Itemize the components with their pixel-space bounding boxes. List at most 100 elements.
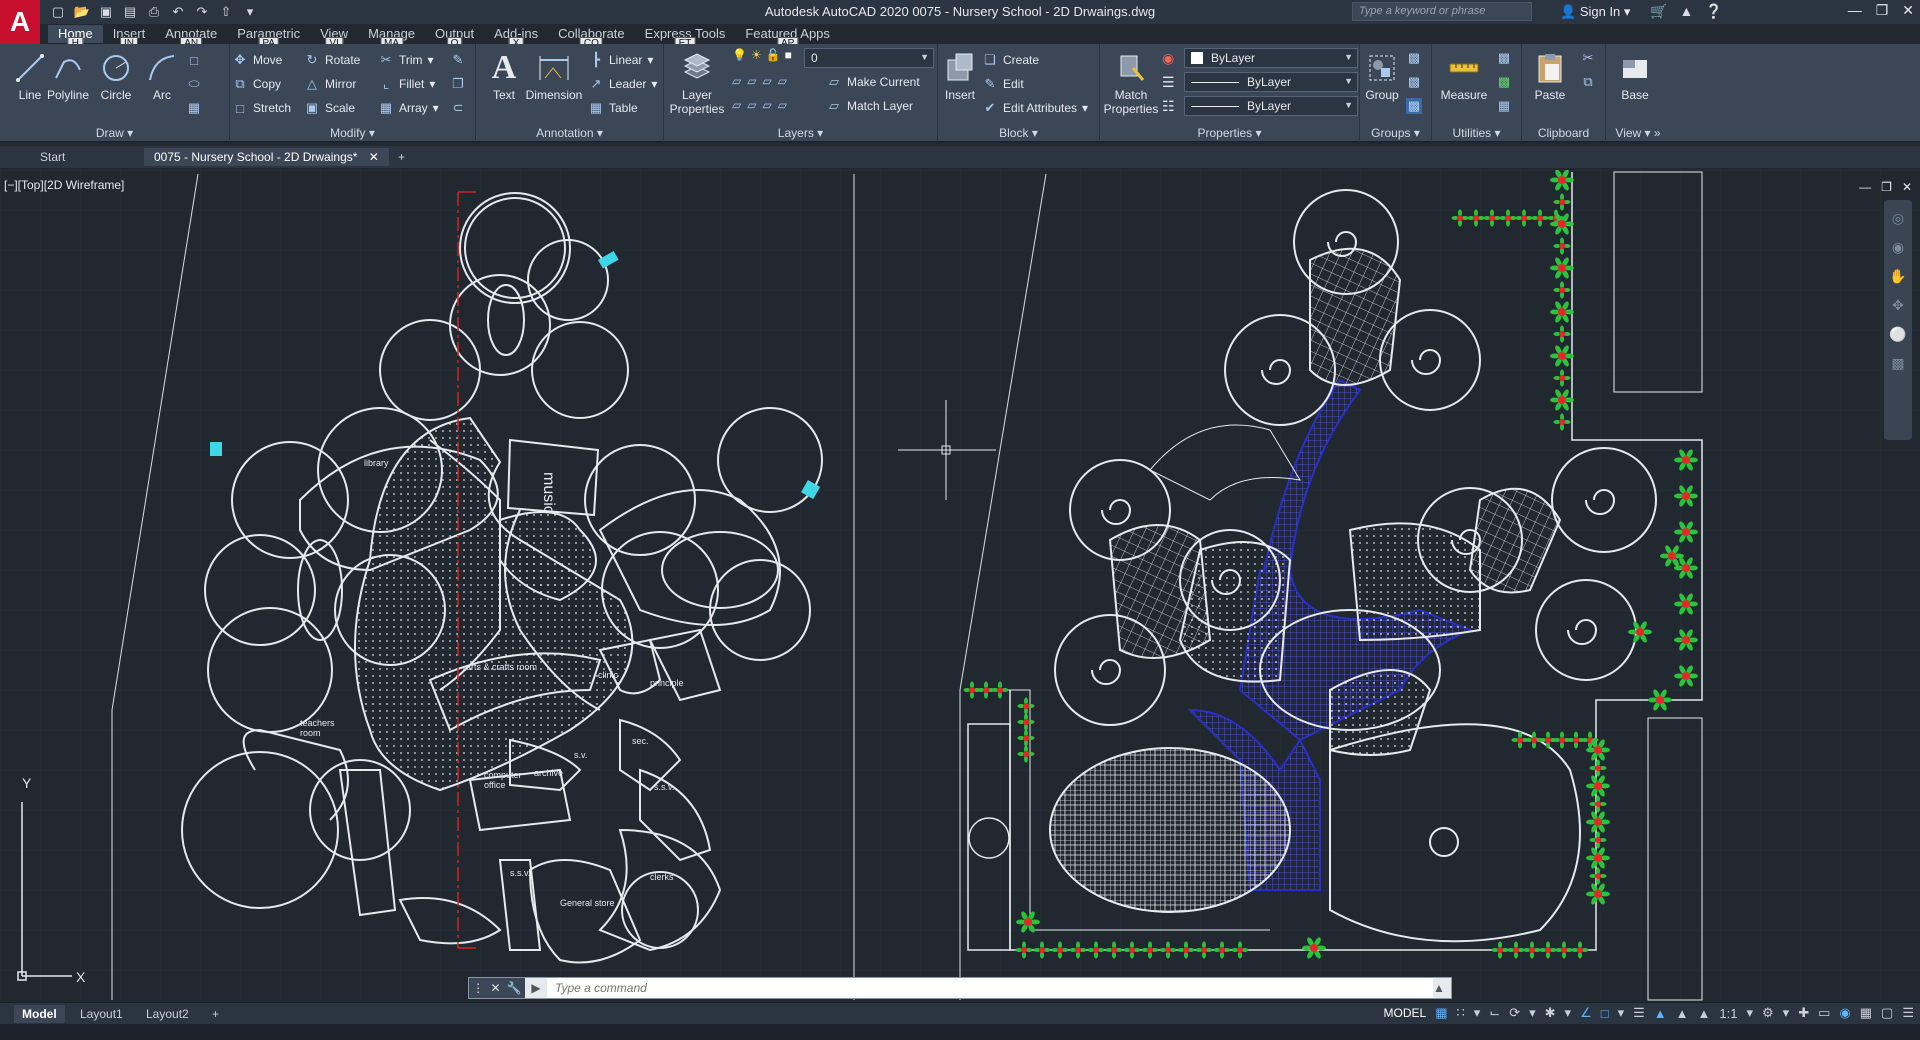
sign-in-button[interactable]: 👤 Sign In ▾ [1560, 4, 1630, 20]
tab-express-tools[interactable]: Express ToolsET [635, 25, 736, 50]
edit-block-button[interactable]: ✎ Edit [982, 74, 1024, 94]
hatch-tool[interactable]: ▦ [186, 98, 202, 118]
share-icon[interactable]: ⇧ [216, 3, 236, 21]
tab-view[interactable]: ViewVI [310, 25, 358, 50]
stretch-button[interactable]: □ Stretch [232, 98, 291, 118]
chevron-down-icon[interactable]: ▾ [1783, 1005, 1790, 1021]
layer-on-icon[interactable]: 💡 [732, 48, 747, 62]
viewport-controls-label[interactable]: [−][Top][2D Wireframe] [4, 178, 124, 192]
linetype-dropdown[interactable]: ByLayer ▼ [1184, 72, 1358, 92]
close-viewport-icon[interactable]: ✕ [1902, 180, 1912, 194]
arc-button[interactable]: Arc [134, 48, 190, 102]
chevron-down-icon[interactable]: ▾ [1618, 1005, 1625, 1021]
insert-button[interactable]: Insert [938, 48, 982, 102]
move-button[interactable]: ✥ Move [232, 50, 283, 70]
base-button[interactable]: Base [1610, 48, 1660, 102]
tab-annotate[interactable]: AnnotateAN [155, 25, 227, 50]
tab-manage[interactable]: ManageMA [358, 25, 425, 50]
color-dropdown[interactable]: ByLayer ▼ [1184, 48, 1358, 68]
layer-walk-icon[interactable]: ▱ [732, 98, 741, 112]
layer-dropdown[interactable]: 0 ▼ [804, 48, 934, 68]
application-menu-button[interactable]: A [0, 0, 40, 44]
group-button[interactable]: Group [1360, 48, 1404, 102]
new-layout-button[interactable]: + [204, 1005, 227, 1023]
tab-add-ins[interactable]: Add-insX [484, 25, 548, 50]
mirror-button[interactable]: △ Mirror [304, 74, 356, 94]
annotation-panel-title[interactable]: Annotation ▾ [476, 126, 663, 140]
layers-panel-title[interactable]: Layers ▾ [664, 126, 937, 140]
tab-model[interactable]: Model [14, 1005, 65, 1023]
paste-button[interactable]: Paste [1524, 48, 1576, 102]
object-snap-icon[interactable]: □ [1601, 1006, 1609, 1021]
open-file-icon[interactable]: 📂 [72, 3, 92, 21]
tab-parametric[interactable]: ParametricPA [227, 25, 310, 50]
rectangle-tool[interactable]: □ [186, 50, 202, 70]
id-point-tool[interactable]: ▩ [1496, 48, 1512, 68]
fillet-button[interactable]: ⌞ Fillet ▾ [378, 74, 435, 94]
customization-icon[interactable]: ☰ [1902, 1005, 1914, 1021]
grid-icon[interactable]: ▦ [1435, 1005, 1447, 1021]
expand-history-icon[interactable]: ▲ [1433, 981, 1451, 995]
undo-icon[interactable]: ↶ [168, 3, 188, 21]
tab-layout2[interactable]: Layout2 [138, 1005, 197, 1023]
polar-icon[interactable]: ⟳ [1509, 1005, 1520, 1021]
new-tab-button[interactable]: + [388, 148, 415, 166]
layer-freeze-icon[interactable]: ☀ [751, 48, 762, 62]
chevron-down-icon[interactable]: ▾ [1746, 1005, 1753, 1021]
layer-unlock-tool-icon[interactable]: ▱ [762, 98, 771, 112]
layer-freeze-tool-icon[interactable]: ▱ [778, 74, 787, 88]
layer-lock-tool-icon[interactable]: ▱ [747, 98, 756, 112]
measure-button[interactable]: Measure [1436, 48, 1492, 102]
grip-icon[interactable]: ⋮ [472, 981, 484, 995]
redo-icon[interactable]: ↷ [192, 3, 212, 21]
units-icon[interactable]: ▭ [1818, 1005, 1830, 1021]
close-icon[interactable]: ✕ [1902, 2, 1914, 19]
offset-tool[interactable]: ⊂ [450, 98, 466, 118]
draw-panel-title[interactable]: Draw ▾ [0, 126, 229, 140]
chevron-down-icon[interactable]: ▾ [1529, 1005, 1536, 1021]
command-history-icon[interactable]: ▶ [525, 981, 547, 995]
model-space-indicator[interactable]: MODEL [1384, 1006, 1427, 1020]
chevron-down-icon[interactable]: ▾ [1474, 1005, 1481, 1021]
showmotion-icon[interactable]: ▩ [1891, 355, 1904, 372]
restore-viewport-icon[interactable]: ❐ [1881, 180, 1892, 194]
customize-qat-icon[interactable]: ▾ [240, 3, 260, 21]
ellipse-tool[interactable]: ⬭ [186, 74, 202, 94]
save-icon[interactable]: ▣ [96, 3, 116, 21]
lineweight-dropdown[interactable]: ByLayer ▼ [1184, 96, 1358, 116]
annotation-monitor-icon[interactable]: ✚ [1798, 1005, 1809, 1021]
explode-tool[interactable]: ❐ [450, 74, 466, 94]
steering-wheel-icon[interactable]: ◎ [1892, 210, 1904, 227]
tab-home[interactable]: HomeH [48, 25, 103, 50]
copy-clip-tool[interactable]: ⧉ [1580, 72, 1596, 92]
edit-attributes-button[interactable]: ✔ Edit Attributes ▾ [982, 98, 1089, 118]
auto-scale-icon[interactable]: ▲ [1676, 1006, 1689, 1021]
layer-lock-icon[interactable]: 🔓 [766, 48, 781, 62]
view-panel-title[interactable]: View ▾ » [1606, 126, 1670, 140]
make-current-button[interactable]: ▱ Make Current [826, 72, 920, 92]
tab-output[interactable]: OutputO [425, 25, 484, 50]
layer-previous-icon[interactable]: ▱ [778, 98, 787, 112]
cart-icon[interactable]: 🛒 [1650, 3, 1667, 20]
chevron-down-icon[interactable]: ▾ [1565, 1005, 1572, 1021]
rotate-button[interactable]: ↻ Rotate [304, 50, 361, 70]
utilities-panel-title[interactable]: Utilities ▾ [1432, 126, 1521, 140]
customize-icon[interactable]: 🔧 [507, 981, 522, 995]
plot-icon[interactable]: ⎙ [144, 3, 164, 21]
minimize-viewport-icon[interactable]: — [1859, 180, 1871, 194]
ortho-icon[interactable]: ⌙ [1489, 1005, 1500, 1021]
orbit-icon[interactable]: ⚪ [1889, 326, 1906, 343]
tab-insert[interactable]: InsertIN [103, 25, 156, 50]
restore-icon[interactable]: ❐ [1876, 2, 1889, 19]
snap-icon[interactable]: ∷ [1456, 1005, 1464, 1021]
tab-nursery-school[interactable]: 0075 - Nursery School - 2D Drwaings* ✕ [144, 148, 389, 166]
scale-button[interactable]: ▣ Scale [304, 98, 355, 118]
layer-properties-button[interactable]: Layer Properties [666, 48, 728, 116]
command-input[interactable] [547, 978, 1433, 998]
layer-color-icon[interactable]: ■ [785, 48, 792, 62]
match-properties-button[interactable]: Match Properties [1100, 48, 1162, 116]
modify-panel-title[interactable]: Modify ▾ [230, 126, 475, 140]
tab-layout1[interactable]: Layout1 [72, 1005, 131, 1023]
hardware-acceleration-icon[interactable]: ▦ [1860, 1005, 1872, 1021]
clipboard-panel-title[interactable]: Clipboard [1522, 126, 1605, 140]
